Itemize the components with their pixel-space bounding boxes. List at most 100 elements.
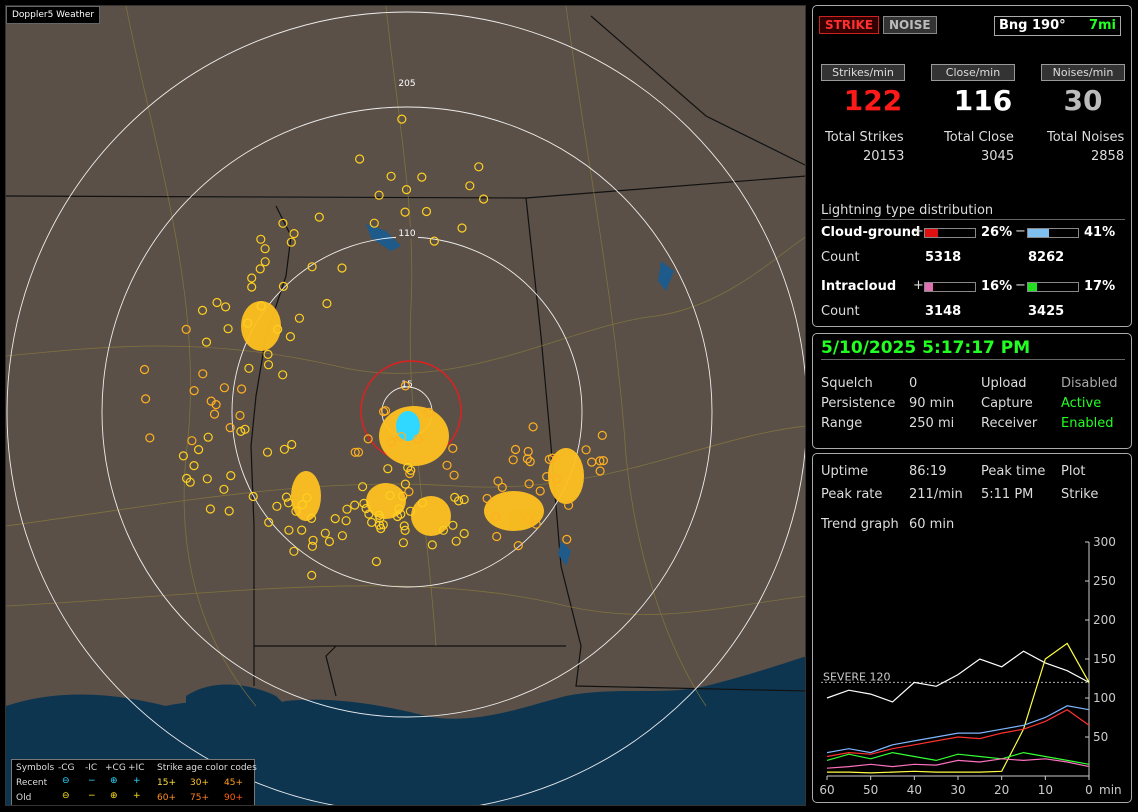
bearing: Bng 190° bbox=[999, 18, 1066, 33]
total-close-label: Total Close bbox=[944, 130, 1014, 145]
strike-symbol bbox=[272, 501, 282, 511]
ic-minus-sign: − bbox=[1015, 278, 1026, 293]
strike-cluster bbox=[484, 491, 544, 531]
upload-value: Disabled bbox=[1061, 376, 1118, 391]
strike-symbol bbox=[289, 546, 299, 556]
cg-pos-bar-fill bbox=[925, 229, 938, 237]
ic-neg-bar-fill bbox=[1028, 283, 1037, 291]
trend-label: Trend graph bbox=[821, 517, 899, 532]
map-title: Doppler5 Weather bbox=[6, 6, 101, 24]
noises-min-value: 30 bbox=[1063, 84, 1103, 117]
total-strikes-label: Total Strikes bbox=[825, 130, 904, 145]
strike-symbol bbox=[203, 432, 213, 442]
strike-symbol bbox=[459, 494, 469, 505]
x-tick-label: 0 bbox=[1085, 783, 1093, 797]
severe-label: SEVERE 120 bbox=[823, 670, 891, 683]
strike-symbol bbox=[367, 517, 377, 528]
trend-graph: 5010015020025030060 50 40 30 20 10 0 minSEVERE … bbox=[819, 536, 1121, 797]
strike-symbol bbox=[386, 171, 396, 181]
lake bbox=[658, 261, 674, 291]
strike-symbol bbox=[260, 244, 270, 254]
upload-label: Upload bbox=[981, 376, 1027, 391]
strike-symbol bbox=[595, 466, 605, 476]
noise-button[interactable]: NOISE bbox=[883, 16, 937, 34]
y-tick-label: 100 bbox=[1093, 691, 1116, 705]
ic-pos-count: 3148 bbox=[925, 304, 962, 319]
total-strikes-value: 20153 bbox=[863, 149, 905, 164]
age-90: 90+ bbox=[224, 793, 243, 803]
squelch-label: Squelch bbox=[821, 376, 873, 391]
close-min-header: Close/min bbox=[931, 64, 1015, 81]
cg-neg-percent: 41% bbox=[1084, 225, 1116, 240]
peak-time-label: Peak time bbox=[981, 464, 1046, 479]
strike-symbol bbox=[421, 206, 432, 217]
strike-symbol bbox=[307, 541, 317, 551]
receiver-value: Enabled bbox=[1061, 416, 1114, 431]
strike-symbol bbox=[256, 234, 266, 244]
strike-symbol bbox=[141, 394, 151, 404]
strike-symbol bbox=[448, 520, 458, 530]
x-tick-label: 60 bbox=[819, 783, 834, 797]
trend-series-line bbox=[826, 758, 1090, 769]
strike-symbol bbox=[219, 484, 229, 494]
strike-symbol bbox=[398, 538, 408, 548]
strikes-min-header: Strikes/min bbox=[821, 64, 905, 81]
strike-symbol bbox=[209, 409, 220, 419]
strike-symbol bbox=[449, 470, 459, 480]
strike-symbol bbox=[401, 185, 412, 195]
strike-symbol bbox=[397, 114, 407, 124]
strike-symbol bbox=[212, 297, 222, 308]
cg-plus-sign: + bbox=[913, 224, 924, 239]
strike-symbol bbox=[355, 154, 365, 164]
strike-symbol bbox=[513, 540, 523, 551]
strike-symbol bbox=[255, 264, 265, 274]
ring-label-110: 110 bbox=[398, 229, 415, 239]
strike-symbol bbox=[427, 540, 437, 550]
strike-symbol bbox=[260, 257, 270, 267]
recent-neg-ic-symbol: − bbox=[88, 776, 96, 786]
strike-symbol bbox=[510, 444, 521, 455]
strike-symbol bbox=[181, 324, 191, 334]
ic-neg-count: 3425 bbox=[1028, 304, 1065, 319]
strike-symbol bbox=[581, 445, 591, 455]
strike-symbol bbox=[198, 369, 208, 379]
strike-symbol bbox=[189, 386, 199, 396]
x-tick-label: 20 bbox=[994, 783, 1009, 797]
lightning-map[interactable]: 205 110 15 Doppler5 Weather Symbols -CG … bbox=[5, 5, 806, 806]
x-tick-label: 30 bbox=[950, 783, 965, 797]
strike-symbol bbox=[287, 439, 297, 450]
strike-symbol bbox=[324, 536, 334, 547]
strike-symbol bbox=[597, 430, 607, 440]
cg-minus-sign: − bbox=[1015, 224, 1026, 239]
uptime-label: Uptime bbox=[821, 464, 869, 479]
strike-symbol bbox=[429, 236, 439, 246]
ic-neg-bar bbox=[1027, 282, 1079, 292]
y-tick-label: 150 bbox=[1093, 652, 1116, 666]
cg-neg-count: 8262 bbox=[1028, 250, 1065, 265]
close-min-value: 116 bbox=[953, 84, 1013, 117]
age-15: 15+ bbox=[157, 778, 176, 788]
strike-symbol bbox=[247, 273, 257, 283]
strike-symbol bbox=[330, 513, 340, 524]
strike-symbol bbox=[337, 531, 347, 541]
strike-symbol bbox=[371, 556, 381, 567]
strike-symbol bbox=[297, 525, 307, 535]
strike-symbol bbox=[479, 194, 489, 204]
strike-symbol bbox=[492, 531, 502, 542]
strike-symbol bbox=[535, 486, 545, 496]
strike-symbol bbox=[341, 516, 351, 526]
cg-pos-percent: 26% bbox=[981, 225, 1013, 240]
age-45: 45+ bbox=[224, 778, 243, 788]
ic-pos-bar-fill bbox=[925, 283, 933, 291]
ic-pos-percent: 16% bbox=[981, 279, 1013, 294]
strike-button[interactable]: STRIKE bbox=[819, 16, 880, 34]
strike-symbol bbox=[219, 383, 229, 393]
capture-value: Active bbox=[1061, 396, 1102, 411]
recent-pos-ic-symbol: + bbox=[133, 776, 141, 786]
strike-symbol bbox=[285, 332, 295, 342]
datetime: 5/10/2025 5:17:17 PM bbox=[821, 338, 1031, 358]
legend-col: +CG bbox=[105, 763, 126, 773]
strike-symbol bbox=[320, 528, 330, 538]
squelch-value: 0 bbox=[909, 376, 918, 391]
distribution-title: Lightning type distribution bbox=[821, 203, 994, 218]
